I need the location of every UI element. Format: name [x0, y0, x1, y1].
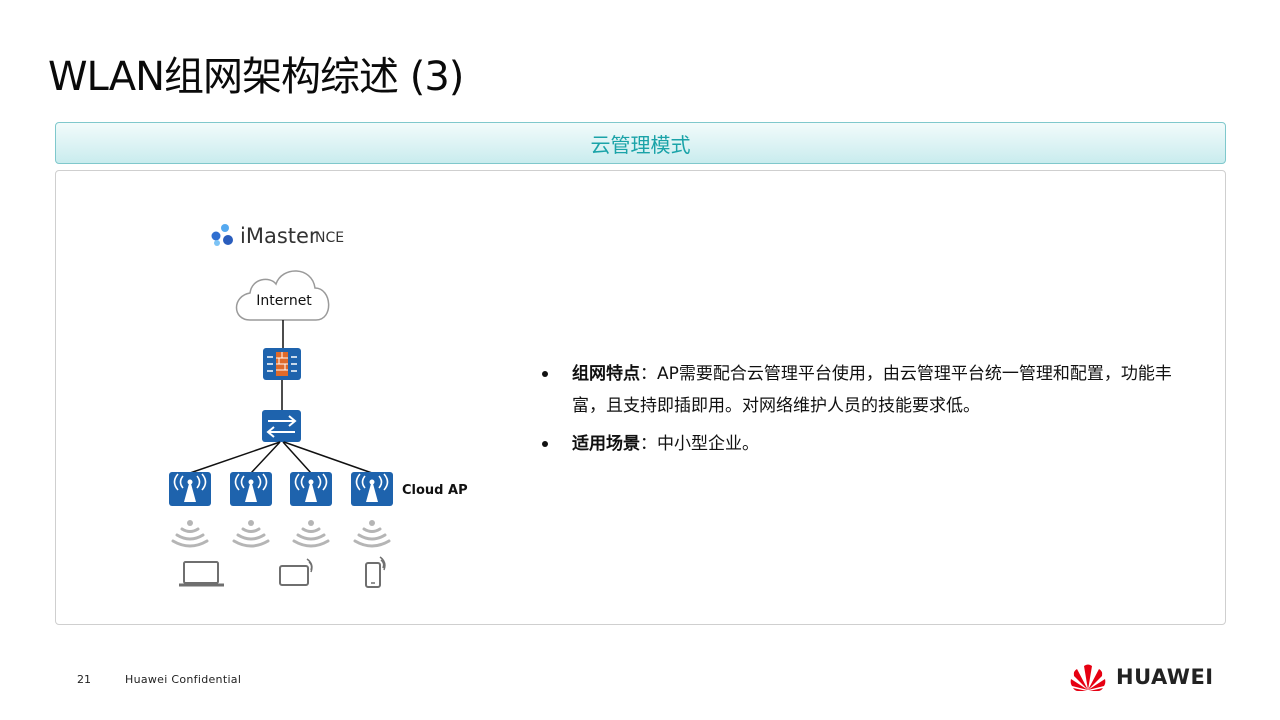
switch-icon — [262, 410, 301, 442]
access-point-icon — [169, 472, 211, 506]
huawei-logo: HUAWEI — [1068, 662, 1214, 692]
controller-brand: iMaster — [240, 224, 318, 248]
huawei-petals-icon — [1070, 664, 1106, 691]
bullet-use-cases: 适用场景：中小型企业。 — [540, 428, 1180, 460]
laptop-icon — [179, 561, 224, 587]
cloud-label: Internet — [256, 293, 312, 309]
phone-icon — [365, 556, 386, 588]
bullet-separator: ： — [640, 434, 657, 454]
bullet-text: AP需要配合云管理平台使用，由云管理平台统一管理和配置，功能丰富，且支持即插即用… — [572, 364, 1172, 416]
access-point-icon — [351, 472, 393, 506]
wifi-signal-icon — [353, 520, 391, 548]
brand-name: HUAWEI — [1116, 665, 1214, 689]
bullet-networking-features: 组网特点：AP需要配合云管理平台使用，由云管理平台统一管理和配置，功能丰富，且支… — [540, 358, 1180, 422]
wifi-signal-icon — [232, 520, 270, 548]
ap-links — [189, 441, 373, 474]
bullet-dot — [542, 371, 548, 377]
bullet-separator: ： — [640, 364, 657, 384]
confidentiality-label: Huawei Confidential — [125, 673, 242, 686]
controller-product: NCE — [315, 230, 344, 246]
tablet-icon — [279, 558, 313, 586]
wifi-signal-icon — [171, 520, 209, 548]
bullet-text: 中小型企业。 — [657, 434, 759, 454]
bullet-term: 组网特点 — [572, 364, 640, 384]
ap-label: Cloud AP — [402, 483, 468, 498]
firewall-icon — [263, 348, 301, 380]
wifi-signal-icon — [292, 520, 330, 548]
page-number: 21 — [77, 673, 91, 686]
imaster-logo-icon — [211, 224, 233, 246]
feature-list: 组网特点：AP需要配合云管理平台使用，由云管理平台统一管理和配置，功能丰富，且支… — [540, 358, 1180, 466]
bullet-dot — [542, 441, 548, 447]
access-point-icon — [290, 472, 332, 506]
access-point-icon — [230, 472, 272, 506]
bullet-term: 适用场景 — [572, 434, 640, 454]
